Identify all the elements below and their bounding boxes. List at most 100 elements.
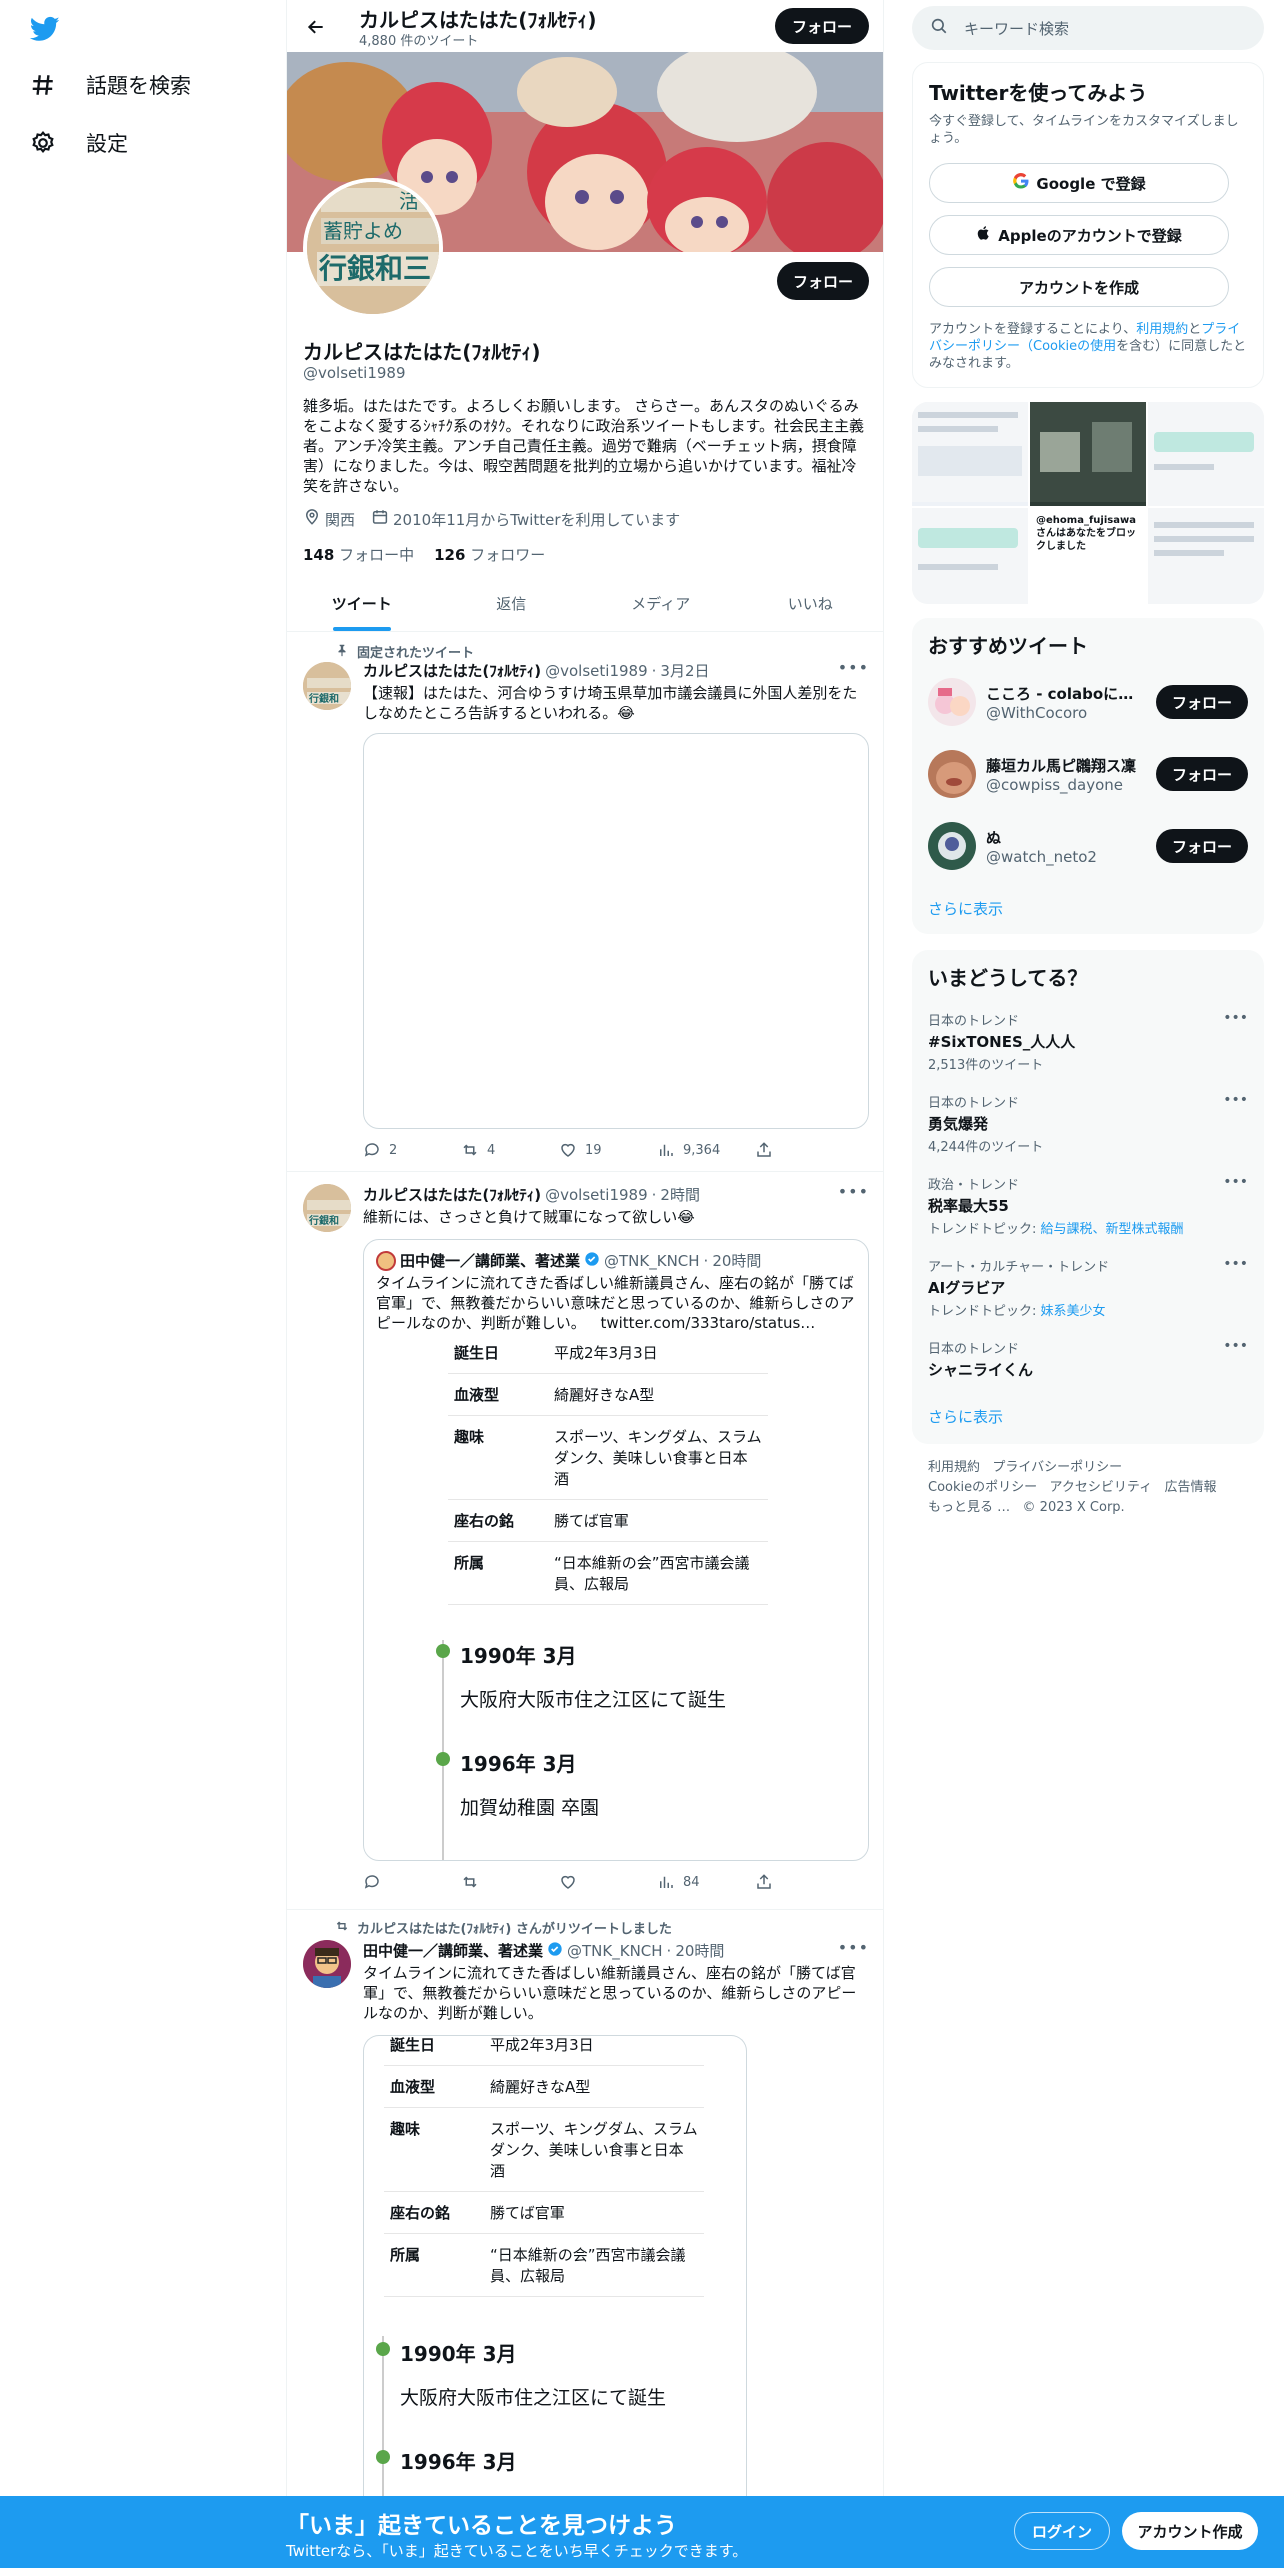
back-arrow-icon[interactable]	[301, 12, 331, 42]
show-more-link[interactable]: さらに表示	[928, 1406, 1003, 1427]
media-thumbnail[interactable]	[912, 508, 1028, 604]
tweet-author-name[interactable]: 田中健一／講師業、著述業	[363, 1940, 543, 1961]
like-button[interactable]	[559, 1873, 657, 1891]
google-signup-button[interactable]: Google で登録	[929, 163, 1229, 203]
footer-terms[interactable]: 利用規約	[928, 1460, 980, 1475]
tweet-time[interactable]: 3月2日	[660, 660, 709, 681]
more-options-icon[interactable]: •••	[1223, 1338, 1248, 1354]
tweet-avatar[interactable]	[303, 1940, 351, 1988]
more-options-icon[interactable]: •••	[1223, 1174, 1248, 1190]
footer-ads[interactable]: 広告情報	[1165, 1480, 1217, 1495]
tweet-avatar[interactable]: 行銀和	[303, 1184, 351, 1232]
retweet-button[interactable]	[461, 1873, 559, 1891]
footer-cookie[interactable]: Cookieのポリシー	[928, 1480, 1037, 1495]
terms-link[interactable]: 利用規約	[1136, 322, 1188, 337]
views-icon	[660, 1144, 673, 1156]
recommended-user[interactable]: ぬ @watch_neto2 フォロー	[928, 822, 1248, 870]
more-options-icon[interactable]: •••	[1223, 1256, 1248, 1272]
tweet-author-handle[interactable]: @TNK_KNCH	[567, 1942, 663, 1960]
timeline-dot	[436, 1644, 450, 1658]
svg-text:行銀和: 行銀和	[308, 1214, 339, 1227]
nav-explore[interactable]: 話題を検索	[28, 70, 191, 100]
views-button[interactable]: 84	[657, 1873, 755, 1891]
trend-item[interactable]: 日本のトレンド #SixTONES_人人人 2,513件のツイート •••	[928, 1010, 1248, 1073]
profile-card-image: 誕生日 平成2年3月3日 血液型 綺麗好きなA型 趣味 スポーツ、キングダム、スラムダ…	[448, 1342, 768, 1605]
profile-handle: @volseti1989	[303, 364, 406, 382]
tweet-time[interactable]: 2時間	[660, 1184, 700, 1205]
avatar[interactable]	[928, 750, 976, 798]
create-account-button[interactable]: アカウントを作成	[929, 267, 1229, 307]
avatar[interactable]	[928, 678, 976, 726]
media-thumbnail[interactable]: @ehoma_fujisawa さんはあなたをブロックしました	[1030, 508, 1146, 604]
header-follow-button[interactable]: フォロー	[775, 8, 869, 44]
avatar-sign-line-1: 活	[399, 189, 419, 213]
tab-likes[interactable]: いいね	[736, 576, 884, 631]
tweet-avatar[interactable]: 行銀和	[303, 662, 351, 710]
tweet-author-name[interactable]: カルピスはたはた(ﾌｫﾙｾﾃｨ)	[363, 1184, 541, 1205]
share-button[interactable]	[755, 1873, 853, 1891]
quoted-author-name: 田中健一／講師業、著述業	[400, 1252, 581, 1270]
tab-tweets[interactable]: ツイート	[287, 576, 437, 631]
follow-button[interactable]: フォロー	[1156, 829, 1248, 863]
footer-accessibility[interactable]: アクセシビリティ	[1050, 1480, 1153, 1495]
trend-item[interactable]: 政治・トレンド 税率最大55 トレンドトピック: 給与課税、新型株式報酬 •••	[928, 1174, 1248, 1237]
tweet-author-handle[interactable]: @volseti1989	[545, 1186, 648, 1204]
profile-row-value: 綺麗好きなA型	[548, 1373, 768, 1416]
share-button[interactable]	[755, 1141, 853, 1159]
avatar[interactable]	[928, 822, 976, 870]
signup-button[interactable]: アカウント作成	[1122, 2512, 1258, 2550]
follow-button[interactable]: フォロー	[1156, 685, 1248, 719]
search-input[interactable]: キーワード検索	[964, 18, 1069, 39]
views-button[interactable]: 9,364	[657, 1141, 755, 1159]
tweet-time[interactable]: 20時間	[675, 1940, 724, 1961]
profile-row-value: 平成2年3月3日	[484, 2036, 704, 2066]
tweet-media-image[interactable]: 誕生日 平成2年3月3日 血液型 綺麗好きなA型 趣味 スポーツ、キングダム、スラムダ…	[363, 2035, 747, 2535]
reply-button[interactable]: 2	[363, 1141, 461, 1159]
tweet-pinned[interactable]: 固定されたツイート 行銀和 ••• カルピスはたはた(ﾌｫﾙｾﾃｨ) @vols…	[287, 632, 883, 1172]
trend-item[interactable]: アート・カルチャー・トレンド AIグラビア トレンドトピック: 妹系美少女 •••	[928, 1256, 1248, 1319]
trend-item[interactable]: 日本のトレンド 勇気爆発 4,244件のツイート •••	[928, 1092, 1248, 1155]
recommended-user[interactable]: 藤垣カル馬ピ鸊翔ス凜 @cowpiss_dayone フォロー	[928, 750, 1248, 798]
quoted-link[interactable]: twitter.com/333taro/status…	[600, 1314, 815, 1332]
quoted-avatar	[376, 1250, 396, 1271]
profile-follow-button[interactable]: フォロー	[777, 262, 869, 300]
followers-link[interactable]: 126 フォロワー	[434, 544, 545, 565]
more-options-icon[interactable]: •••	[1223, 1010, 1248, 1026]
profile-row-value: 勝てば官軍	[484, 2191, 704, 2234]
nav-settings[interactable]: 設定	[28, 128, 128, 158]
tab-media[interactable]: メディア	[586, 576, 736, 631]
search-box[interactable]: キーワード検索	[912, 6, 1264, 50]
media-thumbnail[interactable]	[1148, 508, 1264, 604]
media-thumbnail[interactable]	[912, 402, 1028, 506]
media-thumbnail-grid[interactable]: @ehoma_fujisawa さんはあなたをブロックしました	[912, 402, 1264, 604]
retweet-button[interactable]: 4	[461, 1141, 559, 1159]
tweet-text: 【速報】はたはた、河合ゆうすけ埼玉県草加市議会議員に外国人差別をたしなめたところ…	[363, 684, 858, 722]
hashtag-icon	[28, 70, 58, 100]
recommended-user[interactable]: こころ - colaboに連… @WithCocoro フォロー	[928, 678, 1248, 726]
tweet-author-handle[interactable]: @volseti1989	[545, 662, 648, 680]
follow-button[interactable]: フォロー	[1156, 757, 1248, 791]
tweet-retweet[interactable]: カルピスはたはた(ﾌｫﾙｾﾃｨ) さんがリツイートしました ••• 田中健一／講…	[287, 1910, 883, 2535]
tweet-quote[interactable]: 行銀和 ••• カルピスはたはた(ﾌｫﾙｾﾃｨ) @volseti1989 · …	[287, 1172, 883, 1910]
media-thumbnail[interactable]	[1030, 402, 1146, 506]
profile-avatar[interactable]: 活 蓄貯よめ 行銀和三	[303, 178, 443, 318]
tweet-actions: 84	[363, 1873, 869, 1891]
quoted-tweet[interactable]: 田中健一／講師業、著述業 @TNK_KNCH · 20時間 タイムラインに流れて…	[363, 1239, 869, 1861]
trend-item[interactable]: 日本のトレンド シャニライくん •••	[928, 1338, 1248, 1380]
tweet-media-card[interactable]	[363, 733, 869, 1129]
show-more-link[interactable]: さらに表示	[928, 898, 1003, 919]
reply-button[interactable]	[363, 1873, 461, 1891]
login-button[interactable]: ログイン	[1014, 2512, 1110, 2550]
tweet-text: 維新には、さっさと負けて賊軍になって欲しい😂	[363, 1208, 695, 1226]
footer-more[interactable]: もっと見る …	[928, 1500, 1010, 1515]
media-thumbnail[interactable]	[1148, 402, 1264, 506]
profile-row-key: 座右の銘	[384, 2191, 484, 2234]
twitter-logo-icon[interactable]	[28, 14, 62, 44]
following-link[interactable]: 148 フォロー中	[303, 544, 414, 565]
apple-signup-button[interactable]: Appleのアカウントで登録	[929, 215, 1229, 255]
tweet-author-name[interactable]: カルピスはたはた(ﾌｫﾙｾﾃｨ)	[363, 660, 541, 681]
more-options-icon[interactable]: •••	[1223, 1092, 1248, 1108]
tab-replies[interactable]: 返信	[437, 576, 587, 631]
footer-privacy[interactable]: プライバシーポリシー	[992, 1460, 1122, 1475]
like-button[interactable]: 19	[559, 1141, 657, 1159]
